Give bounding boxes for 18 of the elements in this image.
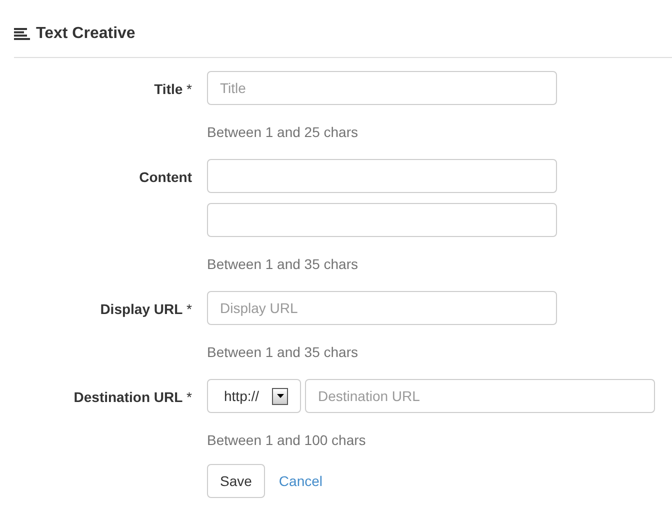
field-label: Destination URL*: [74, 388, 192, 407]
field-label: Display URL*: [100, 300, 192, 319]
cancel-link[interactable]: Cancel: [278, 470, 323, 492]
protocol-select[interactable]: http://: [207, 379, 301, 413]
text-field[interactable]: [207, 203, 557, 237]
help-text: Between 1 and 100 chars: [207, 431, 367, 450]
help-text: Between 1 and 35 chars: [207, 343, 359, 362]
text-field[interactable]: Destination URL: [305, 379, 655, 413]
field-label: Title*: [154, 80, 192, 99]
save-button[interactable]: Save: [207, 464, 265, 498]
field-label: Content: [139, 168, 192, 187]
text-field[interactable]: Title: [207, 71, 557, 105]
text-field[interactable]: [207, 159, 557, 193]
help-text: Between 1 and 25 chars: [207, 123, 359, 142]
align-left-icon: [14, 28, 30, 40]
section-title: Text Creative: [36, 24, 136, 44]
help-text: Between 1 and 35 chars: [207, 255, 359, 274]
text-field[interactable]: Display URL: [207, 291, 557, 325]
